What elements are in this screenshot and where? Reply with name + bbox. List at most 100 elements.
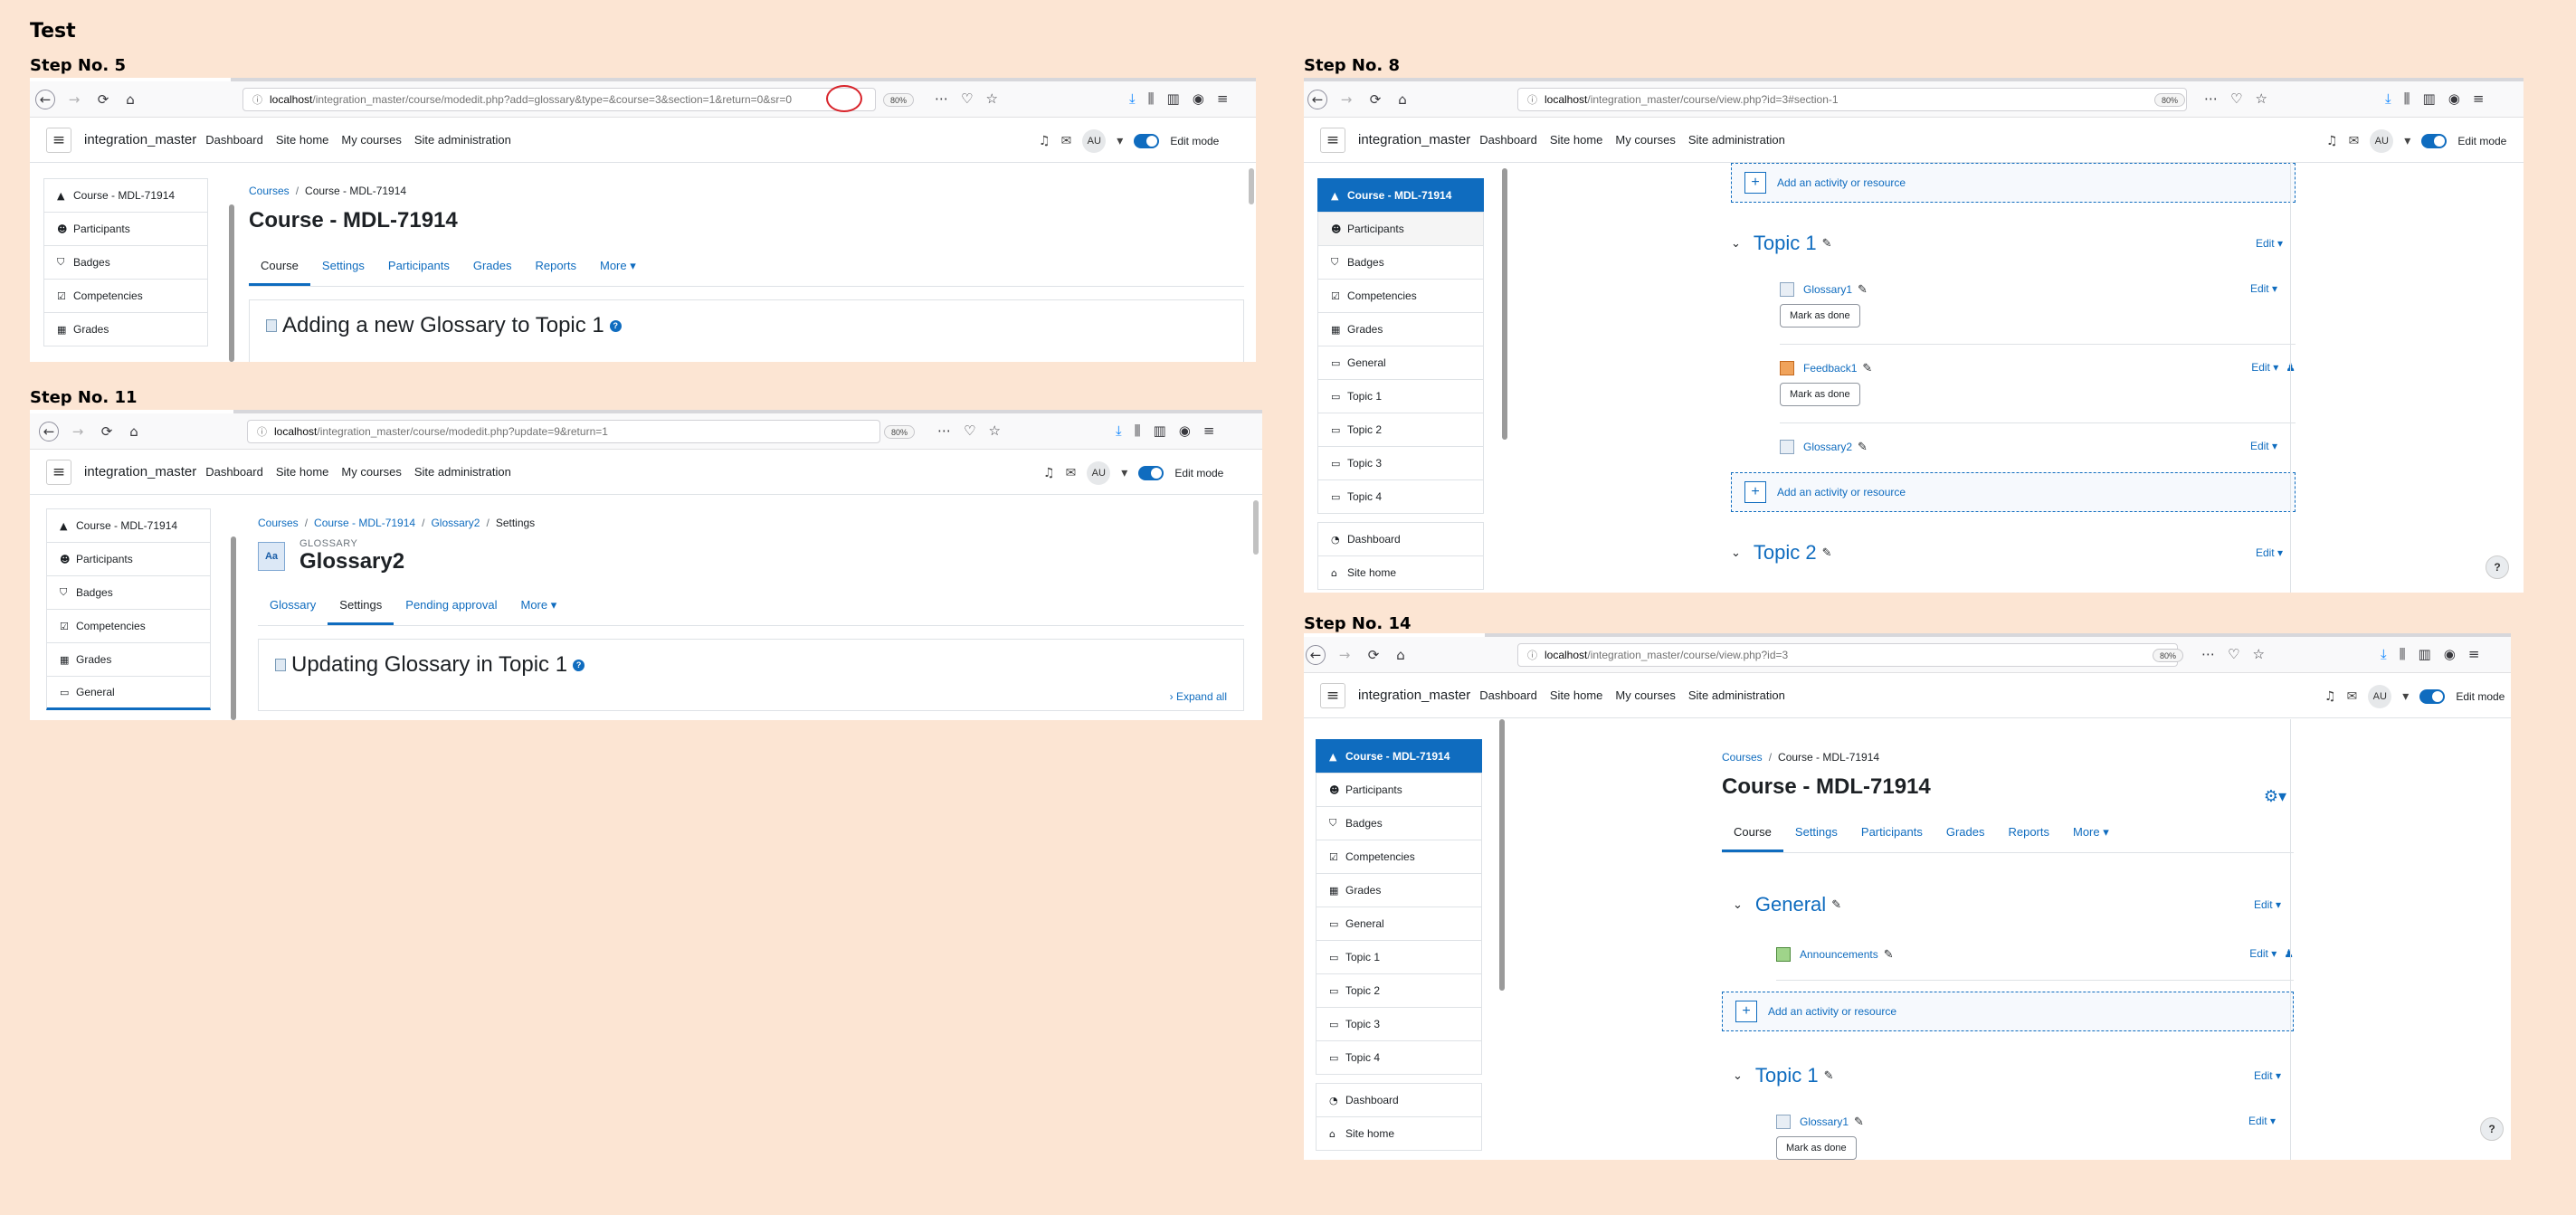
drawer-item-topic-3[interactable]: ▭ Topic 3	[1316, 1007, 1482, 1041]
drawer-scrollbar[interactable]	[229, 204, 234, 362]
menu-icon[interactable]: ≡	[1203, 422, 1215, 439]
drawer-item-badges[interactable]: ⛉ Badges	[43, 245, 208, 280]
section-title[interactable]: Topic 2	[1754, 541, 1817, 565]
activity-edit-menu[interactable]: Edit ▾	[2248, 1115, 2276, 1127]
zoom-badge[interactable]: 80%	[884, 425, 916, 439]
edit-mode-toggle[interactable]	[1134, 134, 1160, 148]
tab-grades[interactable]: Grades	[461, 250, 524, 286]
page-scrollbar[interactable]	[1249, 168, 1254, 204]
drawer-toggle-icon[interactable]: ≡	[46, 459, 71, 485]
pencil-icon[interactable]: ✎	[1822, 237, 1832, 251]
site-name[interactable]: integration_master	[84, 132, 196, 147]
overflow-icon[interactable]: ⋯	[2204, 90, 2218, 107]
bookmark-star-icon[interactable]: ☆	[985, 90, 997, 107]
chevron-down-icon[interactable]: ▾	[1121, 466, 1127, 480]
chevron-down-icon[interactable]: ▾	[1117, 134, 1123, 148]
chat-icon[interactable]: ✉	[1061, 134, 1072, 148]
back-icon[interactable]: ←	[35, 90, 55, 109]
home-icon[interactable]: ⌂	[1391, 645, 1411, 665]
reload-icon[interactable]: ⟳	[97, 422, 117, 441]
drawer-item-site-home[interactable]: ⌂ Site home	[1316, 1116, 1482, 1151]
back-icon[interactable]: ←	[1306, 645, 1326, 665]
activity-edit-menu[interactable]: Edit ▾ ♟	[2249, 947, 2294, 960]
chevron-down-icon[interactable]: ⌄	[1733, 1069, 1743, 1083]
info-icon[interactable]: ⓘ	[252, 92, 262, 107]
tab-reports[interactable]: Reports	[523, 250, 588, 286]
url-bar[interactable]: ⓘ localhost/integration_master/course/vi…	[1517, 643, 2178, 667]
nav-my-courses[interactable]: My courses	[1615, 688, 1675, 702]
chevron-down-icon[interactable]: ⌄	[1731, 546, 1741, 560]
drawer-item-course[interactable]: ▲ Course - MDL-71914	[1316, 739, 1482, 774]
download-icon[interactable]: ⤓	[1116, 422, 1122, 439]
chevron-down-icon[interactable]: ⌄	[1731, 237, 1741, 251]
help-icon[interactable]: ?	[573, 659, 585, 671]
nav-dashboard[interactable]: Dashboard	[205, 465, 263, 479]
home-icon[interactable]: ⌂	[124, 422, 144, 441]
reload-icon[interactable]: ⟳	[1365, 90, 1385, 109]
add-activity-button[interactable]: + Add an activity or resource	[1722, 992, 2294, 1031]
sidebar-icon[interactable]: ▥	[1167, 90, 1180, 107]
gear-icon[interactable]: ⚙▾	[2264, 787, 2286, 806]
tab-course[interactable]: Course	[1722, 816, 1783, 852]
drawer-item-topic-4[interactable]: ▭ Topic 4	[1316, 1040, 1482, 1075]
avatar[interactable]: AU	[2370, 129, 2394, 153]
forward-icon[interactable]: →	[1336, 90, 1356, 109]
section-title[interactable]: General	[1755, 893, 1826, 916]
account-icon[interactable]: ◉	[1179, 422, 1191, 439]
zoom-badge[interactable]: 80%	[883, 93, 915, 107]
forward-icon[interactable]: →	[64, 90, 84, 109]
section-edit-menu[interactable]: Edit ▾	[2254, 898, 2281, 911]
edit-mode-toggle[interactable]	[2419, 689, 2446, 704]
drawer-item-general[interactable]: ▭ General	[46, 676, 211, 710]
tab-reports[interactable]: Reports	[1996, 816, 2061, 852]
nav-site-home[interactable]: Site home	[276, 465, 329, 479]
avatar[interactable]: AU	[2368, 685, 2392, 708]
drawer-item-topic-4[interactable]: ▭ Topic 4	[1317, 479, 1484, 514]
nav-my-courses[interactable]: My courses	[341, 133, 401, 147]
activity-link[interactable]: Announcements	[1800, 948, 1878, 961]
pencil-icon[interactable]: ✎	[1854, 1115, 1864, 1129]
site-name[interactable]: integration_master	[1358, 688, 1470, 703]
drawer-item-dashboard[interactable]: ◔ Dashboard	[1317, 522, 1484, 556]
help-button[interactable]: ?	[2486, 555, 2509, 579]
sidebar-icon[interactable]: ▥	[2423, 90, 2436, 107]
download-icon[interactable]: ⤓	[2385, 90, 2391, 107]
drawer-item-topic-1[interactable]: ▭ Topic 1	[1317, 379, 1484, 413]
home-icon[interactable]: ⌂	[120, 90, 140, 109]
activity-link[interactable]: Glossary1	[1803, 283, 1852, 296]
download-icon[interactable]: ⤓	[1129, 90, 1136, 107]
url-bar[interactable]: ⓘ localhost/integration_master/course/vi…	[1517, 88, 2187, 111]
menu-icon[interactable]: ≡	[2468, 646, 2480, 662]
pencil-icon[interactable]: ✎	[1858, 441, 1868, 454]
library-icon[interactable]: ⫼	[1148, 90, 1155, 107]
chevron-down-icon[interactable]: ▾	[2404, 134, 2410, 148]
drawer-item-participants[interactable]: ☻ Participants	[1317, 212, 1484, 246]
section-edit-menu[interactable]: Edit ▾	[2254, 1069, 2281, 1082]
activity-edit-menu[interactable]: Edit ▾	[2250, 440, 2277, 452]
account-icon[interactable]: ◉	[2444, 646, 2456, 662]
drawer-item-competencies[interactable]: ☑ Competencies	[1317, 279, 1484, 313]
drawer-item-badges[interactable]: ⛉ Badges	[46, 575, 211, 610]
drawer-item-topic-2[interactable]: ▭ Topic 2	[1316, 973, 1482, 1008]
pocket-icon[interactable]: ♡	[964, 422, 975, 439]
activity-edit-menu[interactable]: Edit ▾	[2250, 282, 2277, 295]
url-bar[interactable]: ⓘ localhost/integration_master/course/mo…	[242, 88, 876, 111]
section-title[interactable]: Topic 1	[1754, 232, 1817, 255]
drawer-item-grades[interactable]: ▦ Grades	[1316, 873, 1482, 907]
tab-grades[interactable]: Grades	[1934, 816, 1997, 852]
nav-dashboard[interactable]: Dashboard	[1479, 688, 1537, 702]
pencil-icon[interactable]: ✎	[1831, 898, 1841, 912]
library-icon[interactable]: ⫼	[1135, 422, 1141, 439]
nav-site-administration[interactable]: Site administration	[1688, 688, 1785, 702]
pocket-icon[interactable]: ♡	[961, 90, 973, 107]
drawer-toggle-icon[interactable]: ≡	[46, 127, 71, 153]
tab-participants[interactable]: Participants	[376, 250, 461, 286]
drawer-toggle-icon[interactable]: ≡	[1320, 127, 1345, 153]
bookmark-star-icon[interactable]: ☆	[2255, 90, 2267, 107]
drawer-scrollbar[interactable]	[231, 536, 236, 720]
help-icon[interactable]: ?	[609, 319, 622, 332]
drawer-item-competencies[interactable]: ☑ Competencies	[43, 279, 208, 313]
zoom-badge[interactable]: 80%	[2153, 649, 2184, 662]
back-icon[interactable]: ←	[39, 422, 59, 441]
tab-settings[interactable]: Settings	[1783, 816, 1849, 852]
